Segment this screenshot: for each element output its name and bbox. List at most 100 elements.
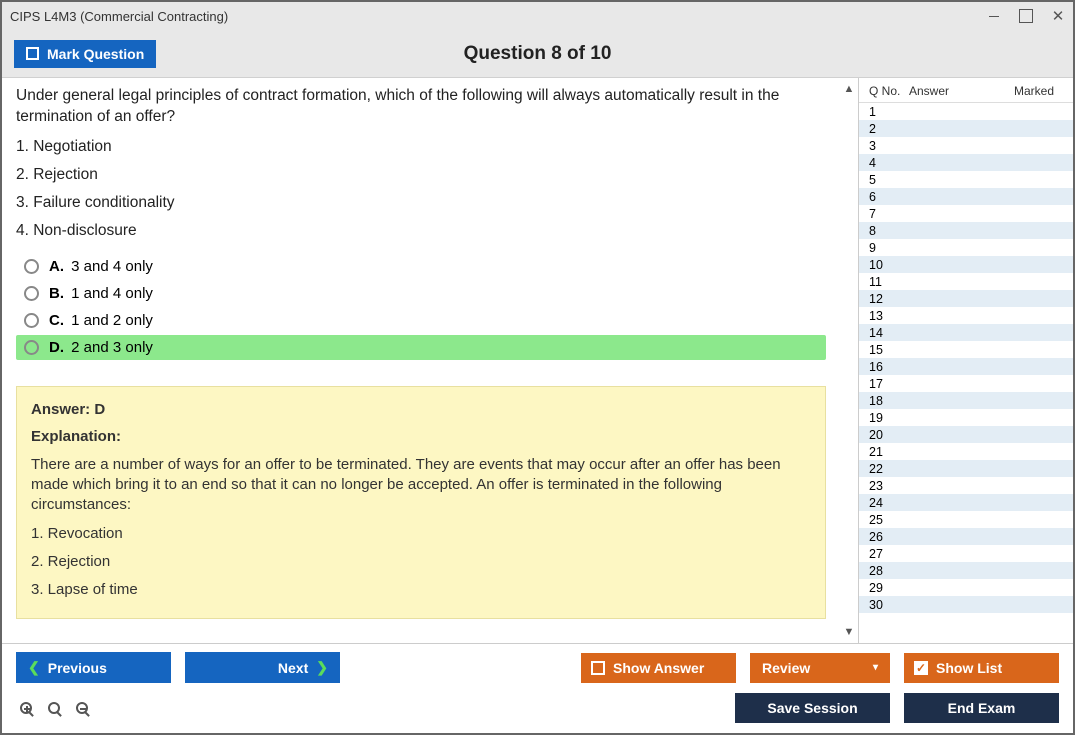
question-scroll[interactable]: Under general legal principles of contra… [2, 78, 840, 643]
end-exam-button[interactable]: End Exam [904, 693, 1059, 723]
row-qno: 18 [869, 394, 909, 408]
question-counter: Question 8 of 10 [2, 43, 1073, 65]
list-item[interactable]: 20 [859, 426, 1073, 443]
list-item[interactable]: 3 [859, 137, 1073, 154]
row-qno: 7 [869, 207, 909, 221]
option[interactable]: D. 2 and 3 only [16, 335, 826, 360]
explanation-label: Explanation: [31, 428, 811, 445]
row-qno: 30 [869, 598, 909, 612]
list-header: Q No. Answer Marked [859, 78, 1073, 102]
scroll-up-icon[interactable]: ▲ [842, 82, 856, 96]
show-answer-label: Show Answer [613, 660, 704, 676]
show-answer-button[interactable]: Show Answer [581, 653, 736, 683]
question-panel: ▲ ▼ Under general legal principles of co… [2, 78, 858, 643]
row-qno: 8 [869, 224, 909, 238]
list-item[interactable]: 16 [859, 358, 1073, 375]
list-item[interactable]: 9 [859, 239, 1073, 256]
footer: ❮ Previous Next ❯ Show Answer Review ▾ S… [2, 643, 1073, 733]
row-qno: 14 [869, 326, 909, 340]
app-window: CIPS L4M3 (Commercial Contracting) ✕ Mar… [0, 0, 1075, 735]
zoom-reset-icon[interactable] [44, 698, 64, 718]
list-item[interactable]: 21 [859, 443, 1073, 460]
explanation-item: 3. Lapse of time [31, 580, 811, 600]
list-item[interactable]: 12 [859, 290, 1073, 307]
minimize-icon[interactable] [987, 9, 1001, 23]
scroll-down-icon[interactable]: ▼ [842, 625, 856, 639]
option[interactable]: B. 1 and 4 only [16, 281, 826, 306]
option[interactable]: C. 1 and 2 only [16, 308, 826, 333]
review-button[interactable]: Review ▾ [750, 653, 890, 683]
option-text: C. 1 and 2 only [49, 312, 153, 329]
list-item[interactable]: 18 [859, 392, 1073, 409]
header-answer: Answer [909, 84, 1014, 98]
row-qno: 28 [869, 564, 909, 578]
list-item[interactable]: 28 [859, 562, 1073, 579]
answer-box: Answer: D Explanation: There are a numbe… [16, 386, 826, 620]
row-qno: 3 [869, 139, 909, 153]
option-text: D. 2 and 3 only [49, 339, 153, 356]
list-item[interactable]: 25 [859, 511, 1073, 528]
review-label: Review [762, 660, 810, 676]
list-item[interactable]: 6 [859, 188, 1073, 205]
list-item[interactable]: 24 [859, 494, 1073, 511]
list-item[interactable]: 2 [859, 120, 1073, 137]
next-label: Next [278, 660, 308, 676]
chevron-right-icon: ❯ [316, 659, 328, 676]
close-icon[interactable]: ✕ [1051, 9, 1065, 23]
next-button[interactable]: Next ❯ [185, 652, 340, 683]
row-qno: 21 [869, 445, 909, 459]
list-item[interactable]: 29 [859, 579, 1073, 596]
zoom-controls [16, 698, 92, 718]
question-stem: Under general legal principles of contra… [16, 86, 826, 128]
row-qno: 22 [869, 462, 909, 476]
save-session-button[interactable]: Save Session [735, 693, 890, 723]
list-item[interactable]: 10 [859, 256, 1073, 273]
save-session-label: Save Session [767, 700, 857, 716]
mark-question-button[interactable]: Mark Question [14, 40, 156, 68]
list-item[interactable]: 17 [859, 375, 1073, 392]
radio-icon [24, 313, 39, 328]
list-item[interactable]: 5 [859, 171, 1073, 188]
row-qno: 12 [869, 292, 909, 306]
list-item[interactable]: 7 [859, 205, 1073, 222]
row-qno: 19 [869, 411, 909, 425]
titlebar: CIPS L4M3 (Commercial Contracting) ✕ [2, 2, 1073, 30]
maximize-icon[interactable] [1019, 9, 1033, 23]
question-list[interactable]: 1234567891011121314151617181920212223242… [859, 102, 1073, 643]
zoom-in-icon[interactable] [16, 698, 36, 718]
zoom-out-icon[interactable] [72, 698, 92, 718]
radio-icon [24, 286, 39, 301]
show-list-button[interactable]: Show List [904, 653, 1059, 683]
row-qno: 16 [869, 360, 909, 374]
explanation-item: 2. Rejection [31, 552, 811, 572]
window-controls: ✕ [987, 9, 1065, 23]
stem-item: 4. Non-disclosure [16, 222, 826, 240]
list-item[interactable]: 4 [859, 154, 1073, 171]
option-text: B. 1 and 4 only [49, 285, 153, 302]
list-item[interactable]: 15 [859, 341, 1073, 358]
list-item[interactable]: 1 [859, 103, 1073, 120]
radio-icon [24, 340, 39, 355]
mark-question-label: Mark Question [47, 46, 144, 62]
radio-icon [24, 259, 39, 274]
options-group: A. 3 and 4 only B. 1 and 4 only C. 1 and 2… [16, 254, 826, 360]
list-item[interactable]: 8 [859, 222, 1073, 239]
list-item[interactable]: 19 [859, 409, 1073, 426]
list-item[interactable]: 27 [859, 545, 1073, 562]
row-qno: 15 [869, 343, 909, 357]
list-item[interactable]: 23 [859, 477, 1073, 494]
list-item[interactable]: 14 [859, 324, 1073, 341]
row-qno: 6 [869, 190, 909, 204]
option[interactable]: A. 3 and 4 only [16, 254, 826, 279]
list-item[interactable]: 11 [859, 273, 1073, 290]
window-title: CIPS L4M3 (Commercial Contracting) [10, 9, 228, 24]
list-item[interactable]: 26 [859, 528, 1073, 545]
row-qno: 29 [869, 581, 909, 595]
option-text: A. 3 and 4 only [49, 258, 153, 275]
list-item[interactable]: 22 [859, 460, 1073, 477]
list-item[interactable]: 13 [859, 307, 1073, 324]
list-item[interactable]: 30 [859, 596, 1073, 613]
answer-line: Answer: D [31, 401, 811, 418]
previous-button[interactable]: ❮ Previous [16, 652, 171, 683]
end-exam-label: End Exam [948, 700, 1016, 716]
